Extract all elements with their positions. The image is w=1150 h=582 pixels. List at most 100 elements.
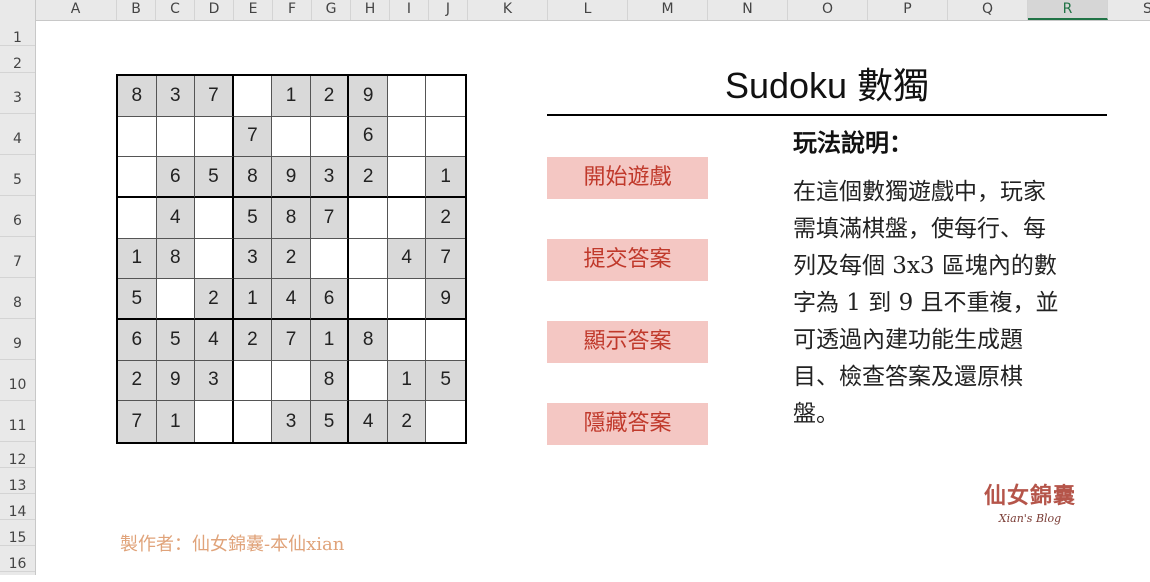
row-header-12[interactable]: 12 [0, 442, 35, 468]
sudoku-cell[interactable]: 7 [118, 401, 157, 442]
sudoku-cell[interactable]: 5 [426, 360, 465, 402]
sudoku-cell[interactable] [234, 401, 273, 442]
show-answer-button[interactable]: 顯示答案 [547, 321, 708, 363]
sudoku-cell[interactable] [349, 360, 388, 402]
sudoku-cell[interactable] [387, 320, 427, 361]
sudoku-cell[interactable] [118, 116, 157, 158]
sudoku-cell[interactable] [195, 238, 234, 280]
sudoku-cell[interactable]: 4 [272, 279, 311, 320]
row-header-10[interactable]: 10 [0, 360, 35, 401]
sudoku-cell[interactable] [272, 116, 311, 158]
row-header-9[interactable]: 9 [0, 319, 35, 360]
sudoku-cell[interactable]: 1 [156, 401, 196, 442]
sudoku-cell[interactable]: 5 [195, 157, 234, 198]
sudoku-cell[interactable] [156, 116, 196, 158]
sudoku-cell[interactable] [349, 238, 388, 280]
row-header-6[interactable]: 6 [0, 196, 35, 237]
column-header-l[interactable]: L [548, 0, 628, 20]
column-header-i[interactable]: I [390, 0, 429, 20]
sudoku-cell[interactable]: 6 [349, 116, 388, 158]
sudoku-cell[interactable]: 8 [272, 198, 311, 239]
sudoku-cell[interactable]: 8 [118, 76, 157, 117]
sudoku-cell[interactable] [426, 76, 465, 117]
sudoku-cell[interactable]: 7 [310, 198, 350, 239]
row-header-2[interactable]: 2 [0, 46, 35, 73]
sudoku-cell[interactable]: 1 [118, 238, 157, 280]
sudoku-cell[interactable]: 5 [156, 320, 196, 361]
row-header-5[interactable]: 5 [0, 155, 35, 196]
sudoku-cell[interactable]: 8 [233, 157, 273, 198]
column-header-n[interactable]: N [708, 0, 788, 20]
column-header-j[interactable]: J [429, 0, 468, 20]
row-header-8[interactable]: 8 [0, 278, 35, 319]
sudoku-cell[interactable]: 3 [310, 157, 350, 198]
column-header-s[interactable]: S [1108, 0, 1150, 20]
sudoku-cell[interactable] [426, 320, 465, 361]
sudoku-cell[interactable] [310, 238, 350, 280]
sudoku-cell[interactable]: 3 [233, 238, 273, 280]
sudoku-cell[interactable]: 2 [272, 238, 311, 280]
sudoku-cell[interactable]: 4 [195, 320, 234, 361]
sudoku-cell[interactable] [387, 76, 427, 117]
sudoku-cell[interactable]: 3 [156, 76, 196, 117]
sudoku-cell[interactable]: 4 [387, 238, 427, 280]
sudoku-cell[interactable]: 9 [272, 157, 311, 198]
row-header-15[interactable]: 15 [0, 520, 35, 546]
row-header-7[interactable]: 7 [0, 237, 35, 278]
sudoku-cell[interactable]: 9 [349, 76, 388, 117]
column-header-p[interactable]: P [868, 0, 948, 20]
sudoku-cell[interactable] [349, 198, 388, 239]
sudoku-cell[interactable]: 5 [233, 198, 273, 239]
sudoku-cell[interactable]: 2 [349, 157, 388, 198]
sudoku-cell[interactable]: 6 [156, 157, 196, 198]
start-game-button[interactable]: 開始遊戲 [547, 157, 708, 199]
sudoku-cell[interactable] [195, 116, 234, 158]
sudoku-cell[interactable] [426, 117, 465, 158]
sudoku-cell[interactable]: 2 [387, 401, 427, 442]
column-header-g[interactable]: G [312, 0, 351, 20]
sudoku-cell[interactable]: 4 [156, 198, 196, 239]
sudoku-cell[interactable]: 1 [272, 76, 311, 117]
sudoku-cell[interactable] [387, 279, 427, 320]
sudoku-cell[interactable]: 8 [156, 238, 196, 280]
sudoku-cell[interactable] [118, 198, 157, 239]
row-header-16[interactable]: 16 [0, 546, 35, 572]
column-header-k[interactable]: K [468, 0, 548, 20]
column-header-d[interactable]: D [195, 0, 234, 20]
sudoku-cell[interactable]: 1 [387, 360, 427, 402]
sudoku-cell[interactable] [195, 401, 234, 442]
sudoku-cell[interactable] [387, 157, 427, 198]
sudoku-cell[interactable]: 2 [118, 360, 157, 402]
select-all-corner[interactable] [0, 0, 36, 20]
column-header-a[interactable]: A [35, 0, 117, 20]
sudoku-cell[interactable]: 2 [310, 76, 350, 117]
sudoku-cell[interactable]: 1 [426, 157, 465, 198]
column-header-o[interactable]: O [788, 0, 868, 20]
sudoku-cell[interactable]: 5 [118, 279, 157, 320]
sudoku-cell[interactable]: 7 [426, 238, 465, 280]
column-header-h[interactable]: H [351, 0, 390, 20]
column-header-f[interactable]: F [273, 0, 312, 20]
sudoku-cell[interactable]: 9 [156, 360, 196, 402]
sudoku-cell[interactable]: 3 [195, 360, 234, 402]
sudoku-cell[interactable] [310, 116, 350, 158]
sudoku-cell[interactable] [387, 116, 427, 158]
sudoku-cell[interactable]: 2 [195, 279, 234, 320]
row-header-4[interactable]: 4 [0, 114, 35, 155]
sudoku-cell[interactable]: 8 [349, 320, 388, 361]
sudoku-cell[interactable] [387, 198, 427, 239]
sudoku-cell[interactable] [426, 401, 465, 442]
sudoku-cell[interactable]: 1 [233, 279, 273, 320]
sudoku-cell[interactable]: 6 [118, 320, 157, 361]
sudoku-cell[interactable]: 3 [272, 401, 311, 442]
column-header-m[interactable]: M [628, 0, 708, 20]
sudoku-cell[interactable]: 2 [426, 198, 465, 239]
sudoku-cell[interactable]: 7 [233, 116, 273, 158]
column-header-r[interactable]: R [1028, 0, 1108, 20]
sudoku-cell[interactable] [233, 360, 273, 402]
sudoku-cell[interactable] [156, 279, 196, 320]
sudoku-cell[interactable]: 9 [426, 279, 465, 320]
sudoku-cell[interactable]: 1 [310, 320, 350, 361]
column-header-b[interactable]: B [117, 0, 156, 20]
sudoku-cell[interactable]: 2 [233, 320, 273, 361]
